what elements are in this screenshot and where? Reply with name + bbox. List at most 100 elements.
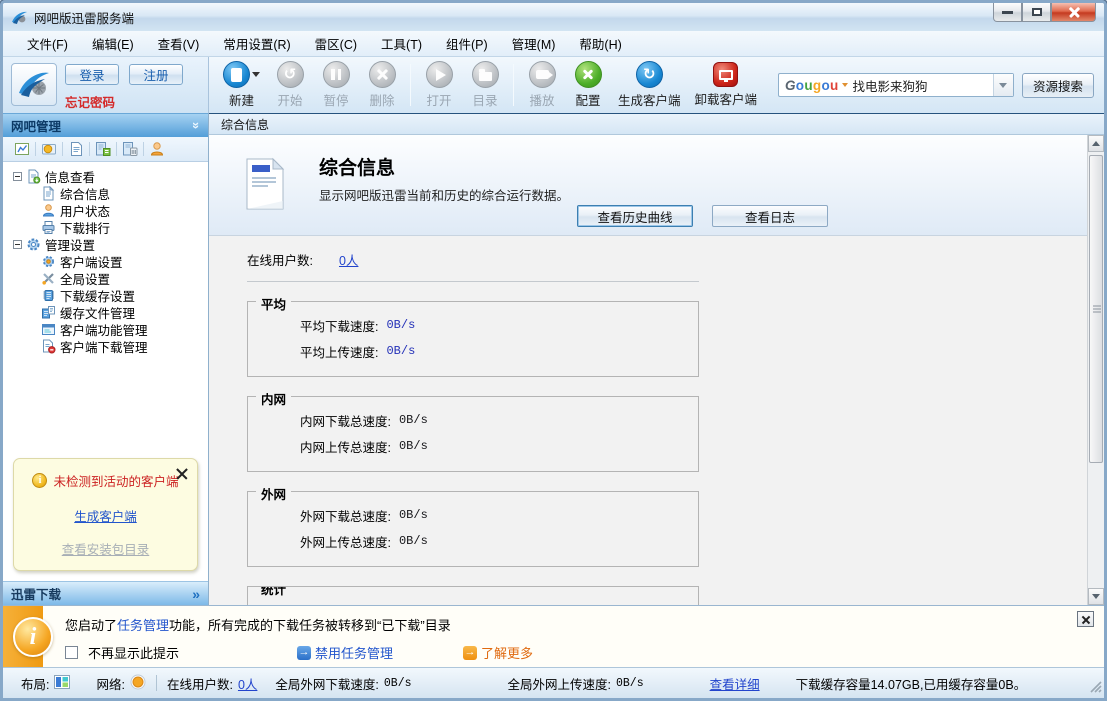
status-online-link[interactable]: 0人	[238, 674, 257, 693]
menu-manage[interactable]: 管理(M)	[500, 30, 568, 57]
forgot-password-link[interactable]: 忘记密码	[65, 92, 115, 111]
menu-edit[interactable]: 编辑(E)	[80, 30, 146, 57]
generate-client-icon: ↻	[636, 61, 663, 88]
tree-item-download-rank[interactable]: 下载排行	[13, 219, 208, 236]
tree-item-cache-files[interactable]: 缓存文件管理	[13, 304, 208, 321]
thunder-logo-button[interactable]	[11, 63, 57, 106]
network-status-icon[interactable]	[130, 674, 146, 693]
tree-item-client-downloads[interactable]: 客户端下载管理	[13, 338, 208, 355]
stats-chart-icon[interactable]	[11, 139, 33, 159]
tab-overview[interactable]: 综合信息	[221, 116, 269, 133]
menu-leizone[interactable]: 雷区(C)	[303, 30, 369, 57]
view-detail-link[interactable]: 查看详细	[710, 674, 760, 693]
status-separator	[156, 675, 157, 691]
delete-icon	[369, 61, 396, 88]
tree-item-client-functions[interactable]: 客户端功能管理	[13, 321, 208, 338]
register-button[interactable]: 注册	[129, 64, 183, 85]
layout-icon[interactable]	[54, 675, 70, 692]
dont-show-label: 不再显示此提示	[88, 643, 179, 662]
user-icon[interactable]	[146, 139, 168, 159]
toolbar-config-button[interactable]: 配置	[566, 59, 610, 111]
maximize-button[interactable]	[1022, 3, 1051, 22]
view-history-button[interactable]: 查看历史曲线	[577, 205, 693, 227]
wan-up-label: 全局外网上传速度:	[508, 674, 611, 693]
vertical-scrollbar[interactable]	[1087, 135, 1104, 605]
row-value: 0B/s	[399, 413, 428, 427]
toolbar-new-button[interactable]: 新建	[217, 59, 266, 111]
collapse-box-icon[interactable]	[13, 240, 22, 249]
scrollbar-thumb[interactable]	[1089, 155, 1103, 463]
client-notice-card: i 未检测到活动的客户端 生成客户端 查看安装包目录	[13, 458, 198, 571]
learn-more-link[interactable]: → 了解更多	[463, 643, 533, 662]
resource-search-button[interactable]: 资源搜索	[1022, 73, 1094, 98]
search-input[interactable]: 找电影来狗狗	[853, 76, 993, 95]
search-box[interactable]: Gougou 找电影来狗狗	[778, 73, 1014, 97]
collapse-box-icon[interactable]	[13, 172, 22, 181]
row-label: 平均上传速度:	[300, 342, 378, 361]
info-icon: i	[32, 473, 47, 488]
page-title: 综合信息	[319, 153, 395, 180]
search-history-dropdown[interactable]	[993, 74, 1013, 96]
billing-coin-icon[interactable]	[38, 139, 60, 159]
notice-close-icon[interactable]	[175, 467, 189, 481]
group-average: 平均 平均下载速度:0B/s 平均上传速度:0B/s	[247, 301, 699, 377]
tree-item-client-settings[interactable]: 客户端设置	[13, 253, 208, 270]
menu-tools[interactable]: 工具(T)	[369, 30, 434, 57]
folder-icon	[472, 61, 499, 88]
task-notification-bar: i 您启动了任务管理功能，所有完成的下载任务被转移到“已下载”目录 不再显示此提…	[3, 605, 1104, 667]
new-dropdown-caret[interactable]	[252, 72, 260, 77]
view-log-button[interactable]: 查看日志	[712, 205, 828, 227]
config-tools-icon	[575, 61, 602, 88]
scroll-down-button[interactable]	[1088, 588, 1104, 605]
menu-file[interactable]: 文件(F)	[15, 30, 80, 57]
tree-item-user-status[interactable]: 用户状态	[13, 202, 208, 219]
group-title: 统计	[256, 586, 291, 598]
minimize-button[interactable]	[993, 3, 1022, 22]
resize-grip[interactable]	[1089, 680, 1102, 696]
tree-node-info-view[interactable]: 信息查看	[13, 168, 208, 185]
dont-show-checkbox[interactable]	[65, 646, 78, 659]
row-label: 外网上传总速度:	[300, 532, 391, 551]
sidebar-panel-header[interactable]: 网吧管理 »	[3, 113, 208, 137]
login-button[interactable]: 登录	[65, 64, 119, 85]
toolbar-delete-button[interactable]: 删除	[360, 59, 404, 111]
menu-view[interactable]: 查看(V)	[146, 30, 212, 57]
toolbar-play-button[interactable]: 播放	[520, 59, 564, 111]
row-value: 0B/s	[386, 344, 415, 358]
tree-item-global-settings[interactable]: 全局设置	[13, 270, 208, 287]
task-manage-link[interactable]: 任务管理	[117, 618, 169, 633]
toolbar-generate-client-button[interactable]: ↻ 生成客户端	[612, 59, 687, 111]
engine-dropdown-caret[interactable]	[842, 83, 848, 87]
close-button[interactable]	[1051, 3, 1096, 22]
network-label: 网络:	[96, 674, 124, 693]
sidebar: 网吧管理 » 信息查看	[3, 113, 209, 605]
toolbar-open-button[interactable]: 打开	[417, 59, 461, 111]
toolbar-start-button[interactable]: ↺ 开始	[268, 59, 312, 111]
disable-task-manage-link[interactable]: → 禁用任务管理	[297, 643, 393, 662]
toolbar-uninstall-client-button[interactable]: 卸载客户端	[689, 60, 764, 110]
app-window: 网吧版迅雷服务端 文件(F) 编辑(E) 查看(V) 常用设置(R) 雷区(C)…	[0, 0, 1107, 701]
tree-item-overview[interactable]: 综合信息	[13, 185, 208, 202]
cache-trash-icon[interactable]	[119, 139, 141, 159]
toolbar-directory-button[interactable]: 目录	[463, 59, 507, 111]
expand-chevron-icon[interactable]: »	[192, 586, 200, 602]
maximize-icon	[1032, 8, 1042, 16]
cache-calculator-icon[interactable]	[92, 139, 114, 159]
cache-file-icon	[41, 305, 56, 320]
generate-client-link[interactable]: 生成客户端	[24, 506, 187, 525]
menu-common-settings[interactable]: 常用设置(R)	[211, 30, 302, 57]
thunder-download-panel-header[interactable]: 迅雷下载 »	[3, 581, 208, 605]
open-install-dir-link[interactable]: 查看安装包目录	[24, 539, 187, 558]
collapse-chevron-icon[interactable]: »	[193, 118, 200, 133]
scroll-up-button[interactable]	[1088, 135, 1104, 152]
toolbar-pause-button[interactable]: 暂停	[314, 59, 358, 111]
doc-block-icon	[41, 339, 56, 354]
group-title: 外网	[256, 484, 291, 503]
report-document-icon[interactable]	[65, 139, 87, 159]
online-users-link[interactable]: 0人	[339, 250, 358, 269]
menu-help[interactable]: 帮助(H)	[567, 30, 633, 57]
notification-close-button[interactable]	[1077, 611, 1094, 627]
menu-components[interactable]: 组件(P)	[434, 30, 500, 57]
tree-item-cache-settings[interactable]: 下载缓存设置	[13, 287, 208, 304]
tree-node-manage-settings[interactable]: 管理设置	[13, 236, 208, 253]
